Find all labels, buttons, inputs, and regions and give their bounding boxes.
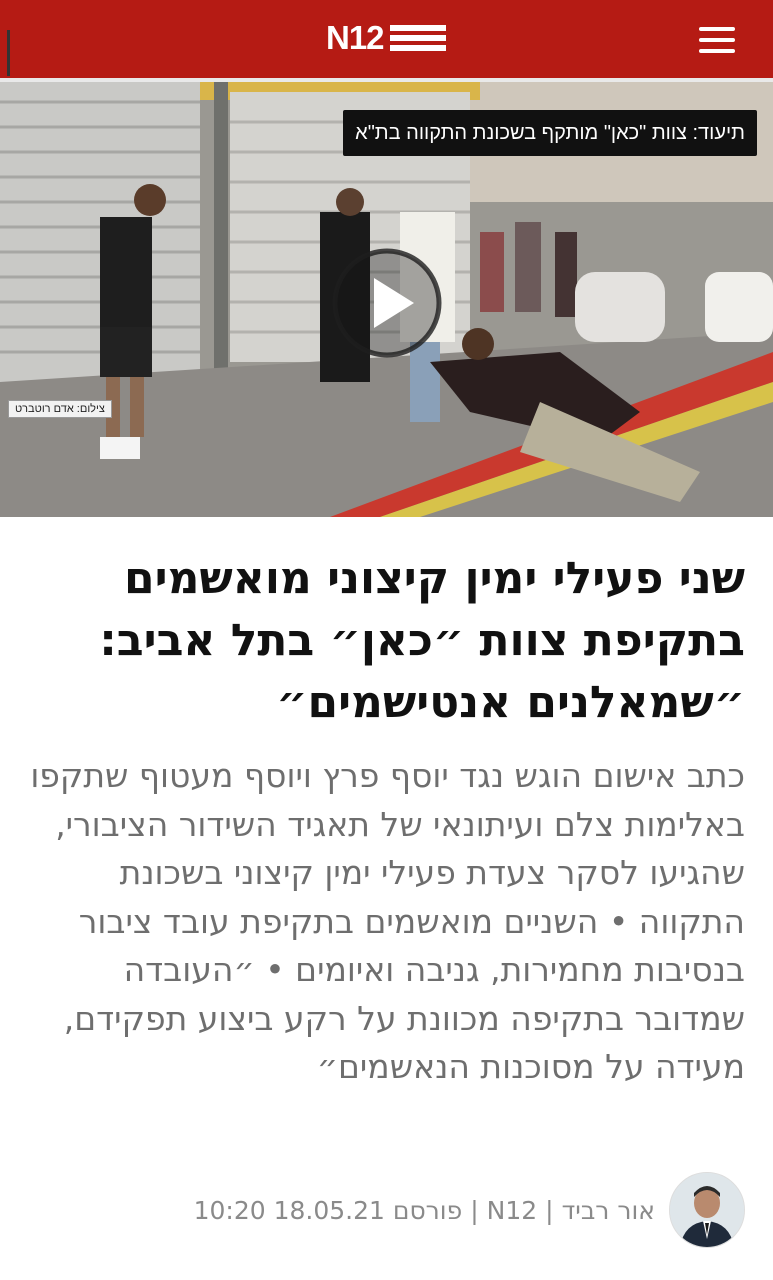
logo-stripes-icon: [389, 24, 446, 52]
author-photo: [670, 1173, 744, 1247]
published-label: פורסם: [392, 1195, 463, 1225]
n12-logo[interactable]: N12: [326, 20, 446, 56]
video-player[interactable]: תיעוד: צוות "כאן" מותקף בשכונת התקווה בת…: [0, 82, 773, 517]
video-caption: תיעוד: צוות "כאן" מותקף בשכונת התקווה בת…: [343, 110, 757, 156]
byline-separator: |: [470, 1195, 479, 1225]
publish-date: 18.05.21: [273, 1195, 385, 1225]
article-summary: כתב אישום הוגש נגד יוסף פרץ ויוסף מעטוף …: [30, 756, 745, 1086]
photo-credit: צילום: אדם רוטברט: [8, 400, 112, 418]
byline-meta: אור רביד|N12|פורסם 18.05.21 10:20: [194, 1196, 655, 1225]
article-byline: אור רביד|N12|פורסם 18.05.21 10:20: [194, 1170, 745, 1250]
author-avatar[interactable]: [669, 1172, 745, 1248]
publish-time: 10:20: [193, 1195, 266, 1225]
byline-separator: |: [545, 1195, 554, 1225]
hamburger-menu-icon[interactable]: [699, 27, 735, 53]
play-icon[interactable]: [332, 248, 442, 358]
author-name[interactable]: אור רביד: [562, 1196, 655, 1225]
logo-text: N12: [326, 19, 385, 56]
edge-indicator: [7, 30, 10, 76]
article-headline: שני פעילי ימין קיצוני מואשמים בתקיפת צוו…: [99, 553, 745, 728]
top-navigation-bar: N12: [0, 0, 773, 82]
source-name: N12: [486, 1195, 538, 1225]
